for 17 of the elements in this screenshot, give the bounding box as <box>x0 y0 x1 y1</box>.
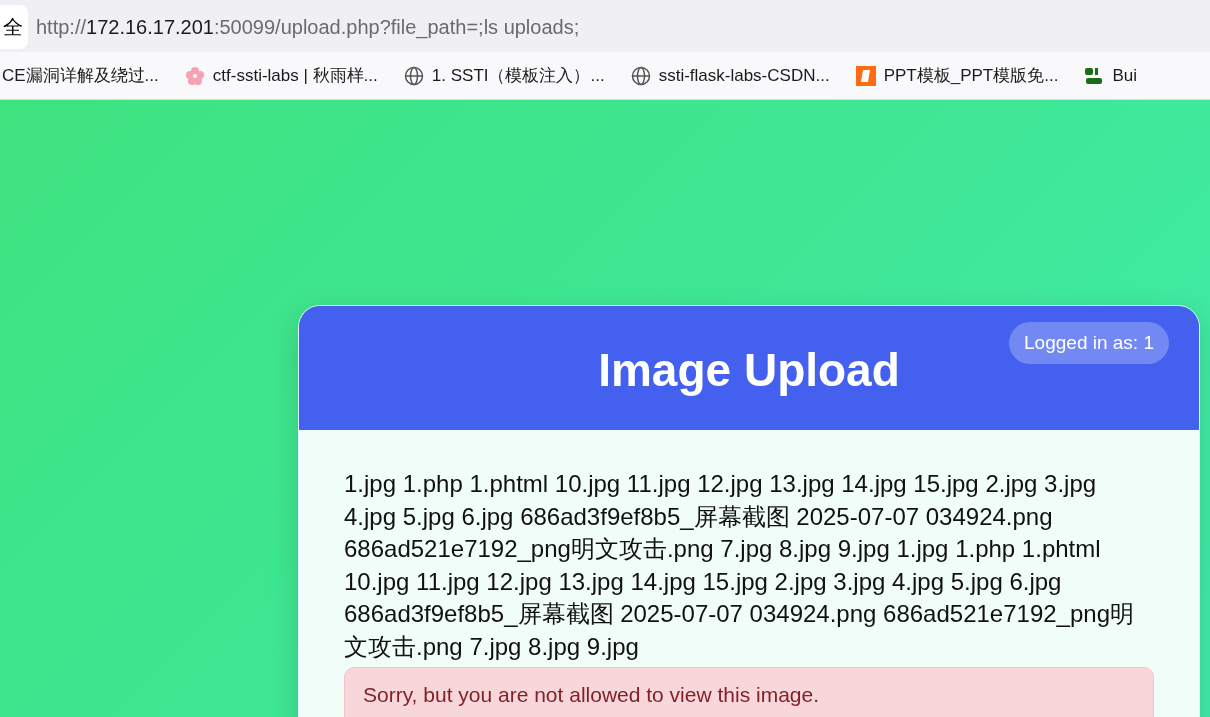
bookmark[interactable]: PPT模板_PPT模版免... <box>855 64 1059 87</box>
user-badge: Logged in as: 1 <box>1009 322 1169 364</box>
bookmark[interactable]: ctf-ssti-labs | 秋雨样... <box>184 64 378 87</box>
address-bar[interactable]: http://172.16.17.201:50099/upload.php?file_path=;ls uploads; <box>36 15 580 39</box>
globe-icon <box>403 65 424 86</box>
logo-icon <box>1084 65 1105 86</box>
globe-icon <box>630 65 651 86</box>
side-button[interactable]: 全 <box>0 5 28 49</box>
file-listing: 1.jpg 1.php 1.phtml 10.jpg 11.jpg 12.jpg 13.jpg 14.jpg 15.jpg 2.jpg 3.jpg 4.jpg 5.jpg 6.jpg 686ad3f9ef8b5_屏幕截图 2025-07-07 034924.png 686ad521e7192_png明文攻击.png 7.jpg 8.jpg 9.jpg 1.jpg 1.php 1.phtml 10.jpg 11.jpg 12.jpg 13.jpg 14.jpg 15.jpg 2.jpg 3.jpg 4.jpg 5.jpg 6.jpg 686ad3f9ef8b5_屏幕截图 2025-07-07 034924.png 686ad521e7192_png明文攻击.png 7.jpg 8.jpg 9.jpg <box>344 469 1135 662</box>
flower-icon <box>184 65 205 86</box>
bookmark[interactable]: 1. SSTI（模板注入）... <box>403 64 605 87</box>
bookmark[interactable]: ssti-flask-labs-CSDN... <box>630 65 830 86</box>
document-icon <box>855 65 876 86</box>
page-title: Image Upload <box>598 343 900 397</box>
error-alert: Sorry, but you are not allowed to view this image. <box>344 667 1154 717</box>
bookmark[interactable]: CE漏洞详解及绕过... <box>2 64 159 87</box>
bookmark[interactable]: Bui <box>1084 65 1137 86</box>
